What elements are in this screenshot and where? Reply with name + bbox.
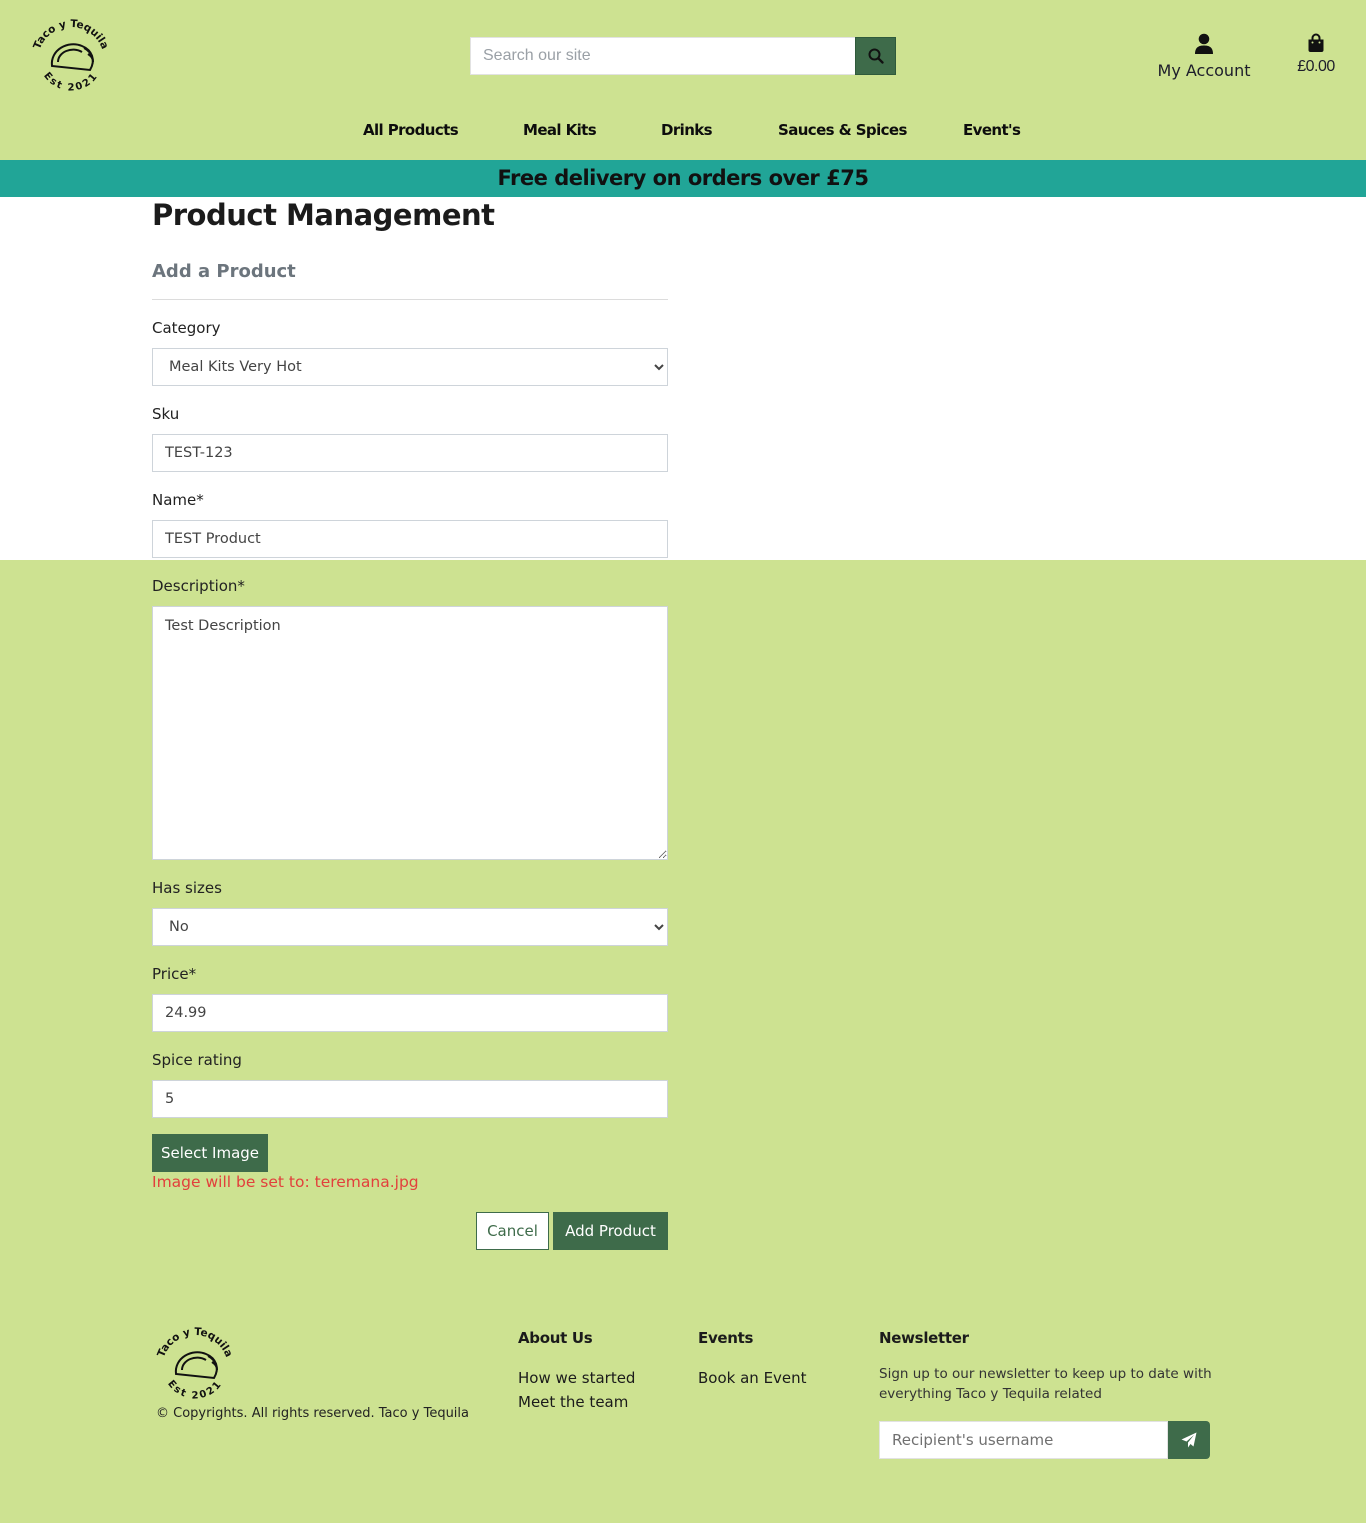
shopping-bag-link[interactable]: £0.00	[1290, 33, 1342, 76]
user-icon	[1195, 33, 1213, 54]
meet-the-team-link[interactable]: Meet the team	[518, 1393, 628, 1411]
svg-text:Est 2021: Est 2021	[165, 1378, 225, 1401]
newsletter-description: Sign up to our newsletter to keep up to …	[879, 1366, 1212, 1402]
nav-events[interactable]: Event's	[963, 121, 1021, 139]
taco-logo[interactable]: Taco y Tequila Est 2021	[28, 14, 114, 100]
svg-text:Est 2021: Est 2021	[41, 70, 101, 93]
description-label: Description*	[152, 577, 245, 595]
nav-drinks[interactable]: Drinks	[661, 121, 713, 139]
svg-text:Taco y Tequila: Taco y Tequila	[155, 1326, 235, 1359]
select-image-button[interactable]: Select Image	[152, 1134, 268, 1172]
nav-all-products[interactable]: All Products	[363, 121, 459, 139]
description-textarea[interactable]: Test Description	[152, 606, 668, 860]
spice-rating-input[interactable]	[152, 1080, 668, 1118]
has-sizes-label: Has sizes	[152, 879, 222, 897]
spice-rating-label: Spice rating	[152, 1051, 242, 1069]
delivery-banner-text: Free delivery on orders over £75	[497, 166, 869, 190]
footer-taco-logo[interactable]: Taco y Tequila Est 2021	[152, 1322, 238, 1408]
divider	[152, 299, 668, 300]
search-bar	[470, 37, 896, 75]
name-input[interactable]	[152, 520, 668, 558]
book-an-event-link[interactable]: Book an Event	[698, 1369, 807, 1387]
delivery-banner: Free delivery on orders over £75	[0, 160, 1366, 197]
sku-label: Sku	[152, 405, 180, 423]
sku-input[interactable]	[152, 434, 668, 472]
newsletter-heading: Newsletter	[879, 1329, 969, 1347]
main-nav: All Products Meal Kits Drinks Sauces & S…	[0, 121, 1366, 145]
cancel-button[interactable]: Cancel	[476, 1212, 549, 1250]
nav-sauces-spices[interactable]: Sauces & Spices	[778, 121, 907, 139]
my-account-label: My Account	[1157, 61, 1251, 80]
how-we-started-link[interactable]: How we started	[518, 1369, 635, 1387]
form-subtitle: Add a Product	[152, 261, 296, 282]
category-label: Category	[152, 319, 221, 337]
add-product-button[interactable]: Add Product	[553, 1212, 668, 1250]
shopping-bag-icon	[1308, 33, 1324, 52]
bag-total: £0.00	[1297, 58, 1335, 75]
events-heading: Events	[698, 1329, 754, 1347]
nav-meal-kits[interactable]: Meal Kits	[523, 121, 597, 139]
site-header: Taco y Tequila Est 2021 My Account	[0, 0, 1366, 160]
page-title: Product Management	[152, 198, 495, 232]
paper-plane-icon	[1181, 1432, 1197, 1448]
svg-text:Taco y Tequila: Taco y Tequila	[31, 18, 111, 51]
price-label: Price*	[152, 965, 197, 983]
name-label: Name*	[152, 491, 204, 509]
category-select[interactable]: Meal Kits Very Hot	[152, 348, 668, 386]
newsletter-email-input[interactable]	[879, 1421, 1168, 1459]
search-input[interactable]	[470, 37, 855, 75]
newsletter-submit-button[interactable]	[1168, 1421, 1210, 1459]
about-us-heading: About Us	[518, 1329, 593, 1347]
copyright-text: © Copyrights. All rights reserved. Taco …	[156, 1406, 469, 1421]
has-sizes-select[interactable]: No	[152, 908, 668, 946]
search-icon	[868, 48, 884, 64]
search-button[interactable]	[855, 37, 896, 75]
price-input[interactable]	[152, 994, 668, 1032]
my-account-link[interactable]: My Account	[1150, 33, 1258, 80]
image-filename-note: Image will be set to: teremana.jpg	[152, 1173, 419, 1191]
